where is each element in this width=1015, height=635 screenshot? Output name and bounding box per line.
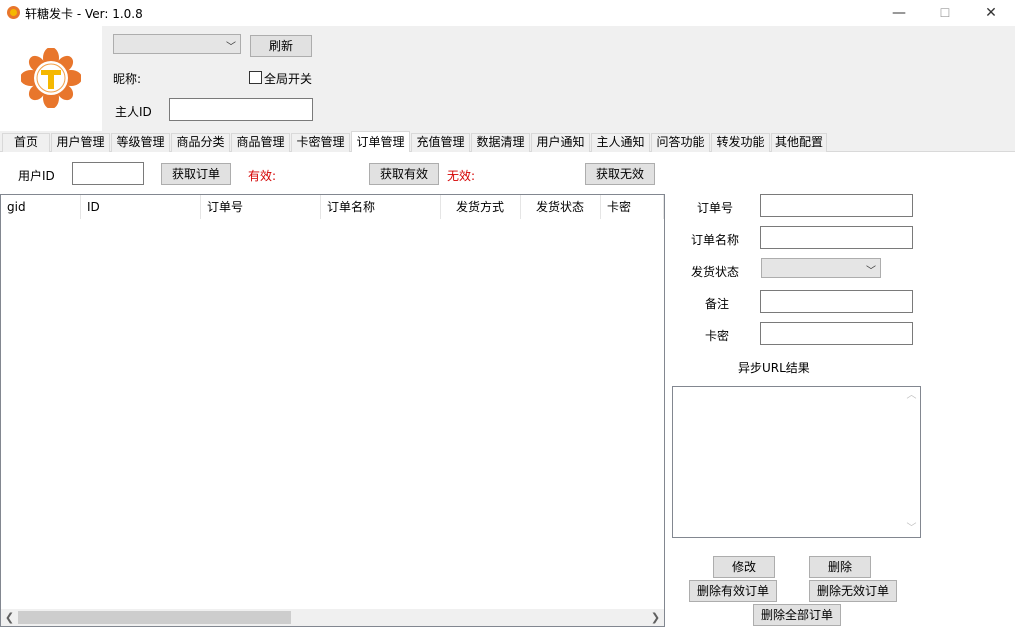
header-panel: ﹀ 刷新 昵称: 全局开关 主人ID [0,26,1015,131]
valid-count-label: 有效: [248,169,277,183]
tab-0[interactable]: 首页 [2,133,50,152]
owner-id-input[interactable] [169,98,313,121]
maximize-button[interactable]: ☐ [922,0,968,26]
tab-4[interactable]: 商品管理 [231,133,290,152]
tab-2[interactable]: 等级管理 [111,133,170,152]
user-id-label: 用户ID [18,169,55,183]
scroll-down-icon[interactable]: ﹀ [903,520,920,537]
modify-button[interactable]: 修改 [713,556,775,578]
get-invalid-button[interactable]: 获取无效 [585,163,655,185]
vertical-scrollbar[interactable]: ︿ ﹀ [903,387,920,537]
tab-11[interactable]: 问答功能 [651,133,710,152]
column-header[interactable]: 发货方式 [441,195,521,219]
global-switch-checkbox[interactable] [249,71,262,84]
chevron-down-icon: ﹀ [866,266,876,277]
card-key-input[interactable] [760,322,913,345]
user-id-input[interactable] [72,162,144,185]
get-orders-button[interactable]: 获取订单 [161,163,231,185]
async-url-result-textarea[interactable]: ︿ ﹀ [672,386,921,538]
remark-label: 备注 [705,297,730,311]
column-header[interactable]: 卡密 [601,195,664,219]
scrollbar-thumb[interactable] [18,611,291,624]
tab-3[interactable]: 商品分类 [171,133,230,152]
delete-invalid-orders-button[interactable]: 删除无效订单 [809,580,897,602]
tab-12[interactable]: 转发功能 [711,133,770,152]
app-logo-icon [7,6,20,19]
tab-7[interactable]: 充值管理 [411,133,470,152]
column-header[interactable]: ID [81,195,201,219]
horizontal-scrollbar[interactable]: ❮ ❯ [1,609,664,626]
scroll-left-icon[interactable]: ❮ [1,609,18,626]
owner-id-label: 主人ID [115,105,152,119]
invalid-count-label: 无效: [447,169,476,183]
column-header[interactable]: 订单名称 [321,195,441,219]
column-header[interactable]: gid [1,195,81,219]
delete-all-orders-button[interactable]: 删除全部订单 [753,604,841,626]
account-select[interactable]: ﹀ [113,34,241,54]
remark-input[interactable] [760,290,913,313]
orders-table[interactable]: gid ID 订单号 订单名称 发货方式 发货状态 卡密 ❮ ❯ [0,194,665,627]
order-no-label: 订单号 [697,201,734,215]
tab-8[interactable]: 数据清理 [471,133,530,152]
order-no-input[interactable] [760,194,913,217]
order-name-label: 订单名称 [691,233,740,247]
logo-panel [0,26,102,131]
refresh-button[interactable]: 刷新 [250,35,312,57]
brand-logo-icon [21,48,81,108]
async-url-label: 异步URL结果 [738,361,810,375]
ship-status-label: 发货状态 [691,265,740,279]
main-tab-bar: 首页 用户管理 等级管理 商品分类 商品管理 卡密管理 订单管理 充值管理 数据清理 用户通知 主人… [0,131,1015,153]
card-key-label: 卡密 [705,329,730,343]
tab-10[interactable]: 主人通知 [591,133,650,152]
delete-button[interactable]: 删除 [809,556,871,578]
tab-13[interactable]: 其他配置 [771,133,827,152]
orders-table-header: gid ID 订单号 订单名称 发货方式 发货状态 卡密 [1,195,664,219]
global-switch-label[interactable]: 全局开关 [264,70,312,87]
close-button[interactable]: ✕ [968,0,1014,26]
minimize-button[interactable]: — [876,0,922,26]
nickname-label: 昵称: [113,72,142,86]
order-name-input[interactable] [760,226,913,249]
title-bar: 轩糖发卡 - Ver: 1.0.8 — ☐ ✕ [0,0,1015,26]
tab-1[interactable]: 用户管理 [51,133,110,152]
ship-status-select[interactable]: ﹀ [761,258,881,278]
scroll-right-icon[interactable]: ❯ [647,609,664,626]
chevron-down-icon: ﹀ [226,42,236,53]
column-header[interactable]: 订单号 [201,195,321,219]
column-header[interactable]: 发货状态 [521,195,601,219]
delete-valid-orders-button[interactable]: 删除有效订单 [689,580,777,602]
tab-5[interactable]: 卡密管理 [291,133,350,152]
scroll-up-icon[interactable]: ︿ [903,387,920,404]
tab-6[interactable]: 订单管理 [351,131,410,153]
get-valid-button[interactable]: 获取有效 [369,163,439,185]
window-title: 轩糖发卡 - Ver: 1.0.8 [25,7,143,21]
tab-9[interactable]: 用户通知 [531,133,590,152]
